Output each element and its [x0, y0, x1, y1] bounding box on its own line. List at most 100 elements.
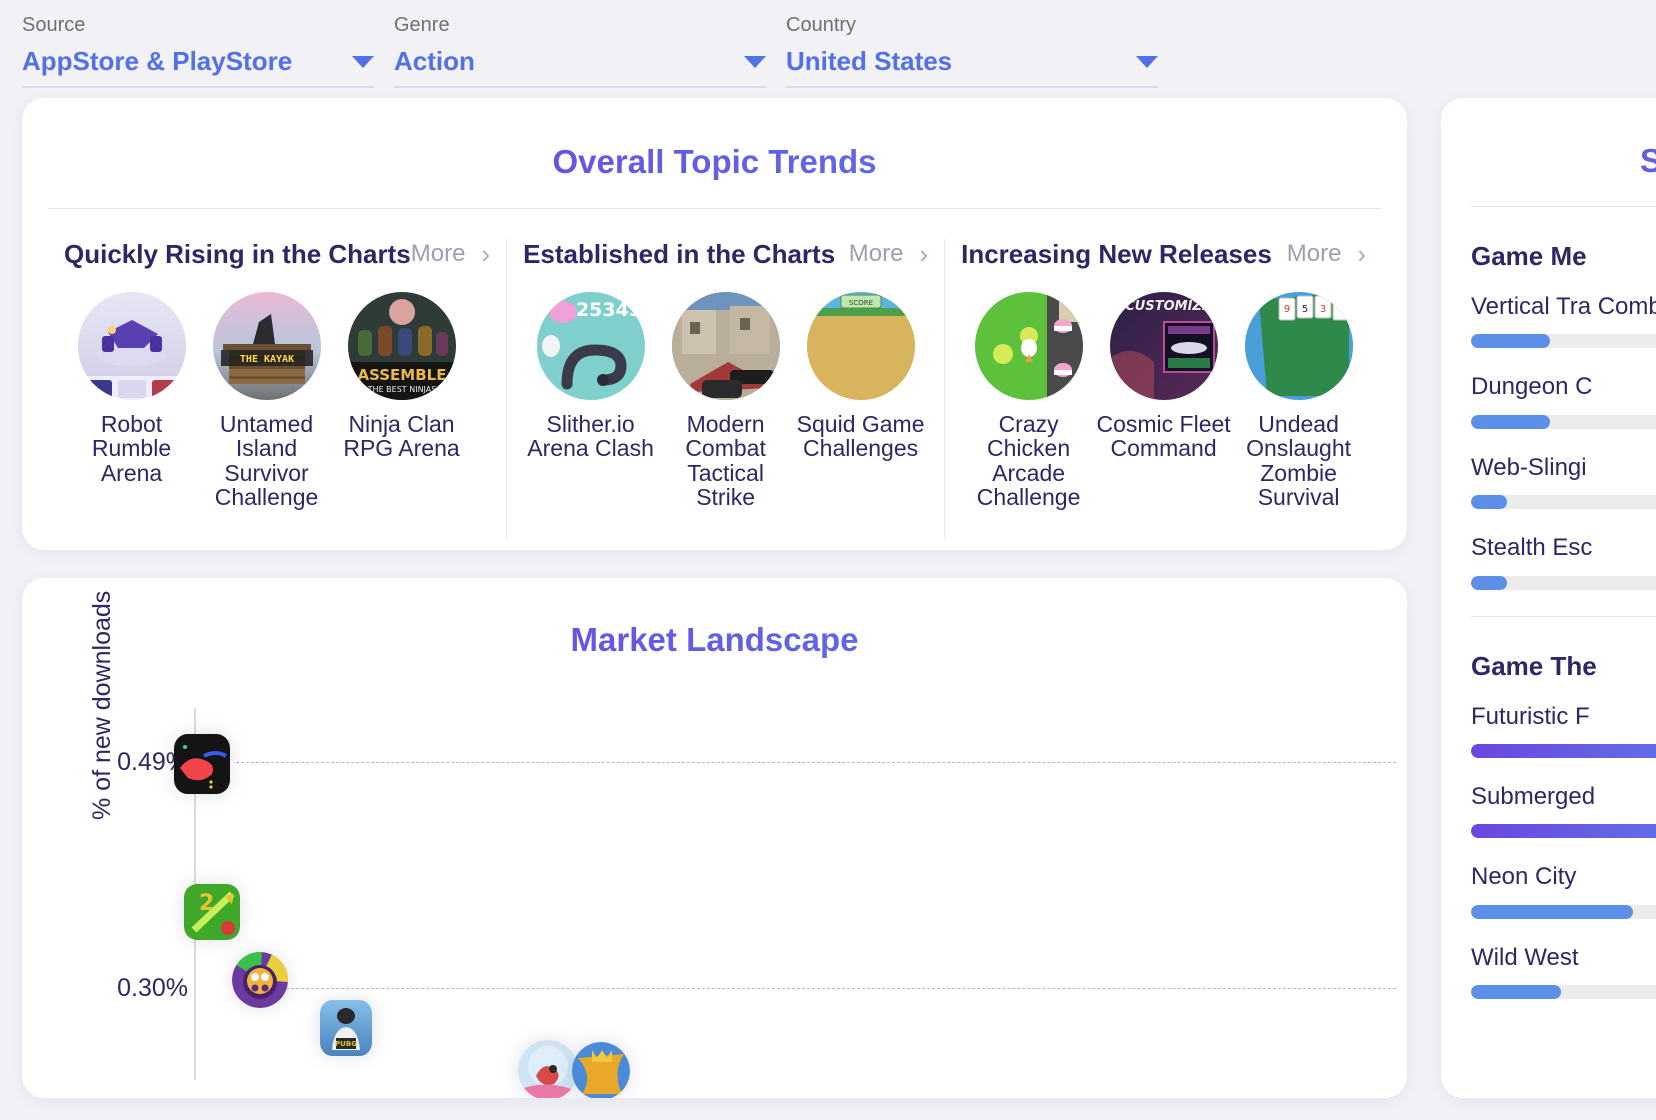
app-name: Squid Game Challenges	[796, 410, 925, 462]
side-list-item[interactable]: Dungeon C	[1471, 373, 1656, 429]
svg-text:THE KAYAK: THE KAYAK	[239, 354, 293, 365]
gridline	[236, 987, 1396, 989]
filter-source[interactable]: Source AppStore & PlayStore	[22, 15, 374, 98]
svg-text:CUSTOMIZE: CUSTOMIZE	[1125, 299, 1211, 314]
filter-source-label: Source	[22, 14, 86, 37]
progress-track	[1471, 495, 1656, 510]
scatter-point[interactable]	[572, 1041, 630, 1098]
side-item-label: Dungeon C	[1471, 373, 1593, 401]
app-icon	[77, 291, 186, 400]
filter-genre-value: Action	[394, 46, 475, 77]
app-name: Robot Rumble Arena	[91, 410, 172, 486]
divider	[48, 207, 1381, 209]
filter-country-value: United States	[786, 46, 953, 77]
svg-text:25345: 25345	[576, 299, 642, 321]
chevron-down-icon[interactable]	[1136, 55, 1158, 68]
progress-track	[1471, 575, 1656, 590]
progress-fill	[1471, 495, 1507, 510]
side-list-item[interactable]: Submerged	[1471, 782, 1656, 839]
app-tile[interactable]: Modern Combat Tactical Strike	[658, 291, 793, 511]
app-icon	[974, 291, 1083, 400]
progress-track	[1471, 743, 1656, 758]
divider	[1471, 206, 1656, 207]
scatter-point[interactable]	[174, 733, 230, 794]
more-link[interactable]: More	[849, 240, 904, 268]
trend-column-header: Established in the Charts More ›	[523, 239, 928, 270]
progress-track	[1471, 414, 1656, 429]
progress-track	[1471, 985, 1656, 1000]
apps-row: Crazy Chicken Arcade Challenge CUSTOMIZE…	[961, 291, 1366, 511]
app-icon: 25345	[536, 291, 645, 400]
svg-text:SCORE: SCORE	[849, 299, 873, 307]
chevron-right-icon[interactable]: ›	[919, 241, 928, 267]
trend-column-title: Increasing New Releases	[961, 238, 1272, 269]
divider	[1471, 615, 1656, 617]
side-item-label: Submerged	[1471, 782, 1596, 810]
side-list-item[interactable]: Stealth Esc	[1471, 534, 1656, 590]
side-list-item[interactable]: Neon City	[1471, 863, 1656, 919]
market-landscape-card: Market Landscape % of new downloads 0.49…	[22, 578, 1407, 1098]
filter-genre[interactable]: Genre Action	[394, 15, 766, 98]
app-tile[interactable]: THE KAYAK Untamed Island Survivor Challe…	[199, 291, 334, 511]
chevron-right-icon[interactable]: ›	[1357, 241, 1366, 267]
progress-track	[1471, 334, 1656, 349]
svg-text:PUBG: PUBG	[335, 1040, 357, 1048]
more-link[interactable]: More	[1287, 240, 1342, 268]
side-list-item[interactable]: Web-Slingi	[1471, 454, 1656, 510]
scatter-point[interactable]: PUBG	[320, 999, 372, 1056]
app-tile[interactable]: SCORE Squid Game Challenges	[793, 291, 928, 510]
app-tile[interactable]: Robot Rumble Arena	[64, 291, 199, 510]
filter-source-value: AppStore & PlayStore	[22, 46, 293, 77]
app-name: Modern Combat Tactical Strike	[685, 410, 766, 511]
app-tile[interactable]: Crazy Chicken Arcade Challenge	[961, 291, 1096, 511]
filter-bar: Source AppStore & PlayStore Genre Action…	[0, 0, 1656, 98]
app-tile[interactable]: 9 5 3 Undead Onslaught Zombie Survival	[1231, 291, 1366, 511]
trend-column-title: Quickly Rising in the Charts	[64, 238, 411, 269]
side-item-label: Wild West	[1471, 943, 1579, 971]
chevron-down-icon[interactable]	[352, 55, 374, 68]
app-name: Crazy Chicken Arcade Challenge	[976, 410, 1081, 511]
side-list-item[interactable]: Futuristic F	[1471, 702, 1656, 758]
progress-fill	[1471, 904, 1633, 919]
progress-fill	[1471, 334, 1551, 349]
more-link[interactable]: More	[411, 240, 466, 268]
filter-source-control[interactable]: AppStore & PlayStore	[22, 47, 374, 88]
filter-genre-control[interactable]: Action	[394, 47, 766, 88]
filter-country-label: Country	[786, 14, 857, 37]
trend-column-established: Established in the Charts More › 25345 S…	[506, 238, 944, 539]
side-card-title: S	[1471, 128, 1656, 206]
app-icon: THE KAYAK	[212, 291, 321, 400]
svg-text:3: 3	[1319, 304, 1325, 315]
chevron-down-icon[interactable]	[744, 55, 766, 68]
progress-track	[1471, 904, 1656, 919]
chevron-right-icon[interactable]: ›	[481, 241, 490, 267]
scatter-point[interactable]: 2	[184, 883, 240, 940]
app-icon: CUSTOMIZE	[1109, 291, 1218, 400]
overall-topic-trends-card: Overall Topic Trends Quickly Rising in t…	[22, 98, 1407, 550]
side-list-item[interactable]: Vertical Tra Combat	[1471, 293, 1656, 349]
side-item-label: Futuristic F	[1471, 702, 1590, 730]
app-tile[interactable]: 25345 Slither.io Arena Clash	[523, 291, 658, 510]
scatter-point[interactable]	[232, 951, 288, 1008]
app-name: Undead Onslaught Zombie Survival	[1246, 410, 1352, 511]
app-name: Untamed Island Survivor Challenge	[214, 410, 319, 511]
trend-columns: Quickly Rising in the Charts More › Robo…	[48, 238, 1381, 539]
app-tile[interactable]: ASSEMBLE THE BEST NINJAS Ninja Clan RPG A…	[334, 291, 469, 510]
scatter-point[interactable]	[518, 1039, 578, 1098]
side-section-game-themes: Game The Futuristic F Submerged Neon Cit…	[1471, 651, 1656, 1000]
filter-country[interactable]: Country United States	[786, 15, 1158, 98]
market-landscape-title: Market Landscape	[48, 606, 1381, 686]
app-icon: SCORE	[806, 291, 915, 400]
trend-column-header: Increasing New Releases More ›	[961, 239, 1366, 270]
side-section-title: Game Me	[1471, 241, 1587, 271]
filter-country-control[interactable]: United States	[786, 47, 1158, 88]
app-tile[interactable]: CUSTOMIZE Cosmic Fleet Command	[1096, 291, 1231, 510]
overall-topic-trends-title: Overall Topic Trends	[48, 128, 1381, 208]
app-name: Slither.io Arena Clash	[527, 410, 654, 462]
app-icon: 9 5 3	[1244, 291, 1353, 400]
side-list-item[interactable]: Wild West	[1471, 943, 1656, 1000]
progress-fill	[1471, 414, 1551, 429]
side-section-title: Game The	[1471, 650, 1597, 681]
y-axis-label: % of new downloads	[88, 590, 116, 820]
app-name: Ninja Clan RPG Arena	[343, 410, 460, 462]
